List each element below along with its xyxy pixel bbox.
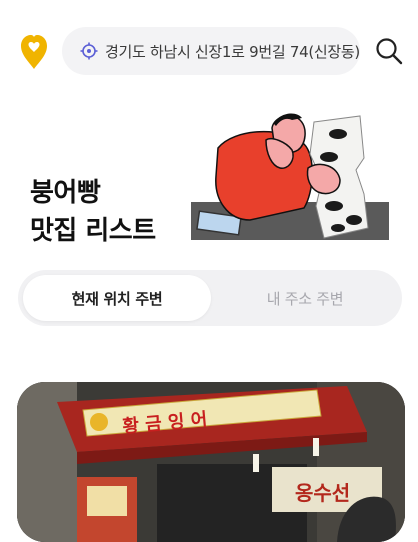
street-stall-photo: 황 금 잉 어 옹수선 bbox=[17, 382, 405, 542]
tab-current-location[interactable]: 현재 위치 주변 bbox=[23, 275, 211, 321]
top-bar: 경기도 하남시 신장1로 9번길 74(신장동) bbox=[0, 0, 418, 100]
pin-heart-icon[interactable] bbox=[18, 32, 50, 70]
store-card[interactable]: 황 금 잉 어 옹수선 bbox=[17, 382, 405, 542]
location-tabs: 현재 위치 주변 내 주소 주변 bbox=[18, 270, 402, 326]
hero-title-line1: 붕어빵 bbox=[30, 178, 101, 208]
side-sign-text: 옹수선 bbox=[295, 481, 350, 505]
hero-title: 붕어빵 맛집 리스트 bbox=[30, 174, 156, 250]
crosshair-icon bbox=[80, 42, 98, 60]
man-reading-fish-bread-list-illustration bbox=[191, 113, 389, 240]
tab-my-address[interactable]: 내 주소 주변 bbox=[211, 275, 399, 321]
address-text: 경기도 하남시 신장1로 9번길 74(신장동) bbox=[105, 42, 360, 61]
search-icon[interactable] bbox=[374, 36, 404, 66]
address-field[interactable]: 경기도 하남시 신장1로 9번길 74(신장동) bbox=[62, 27, 360, 75]
hero-title-line2: 맛집 리스트 bbox=[30, 216, 156, 246]
